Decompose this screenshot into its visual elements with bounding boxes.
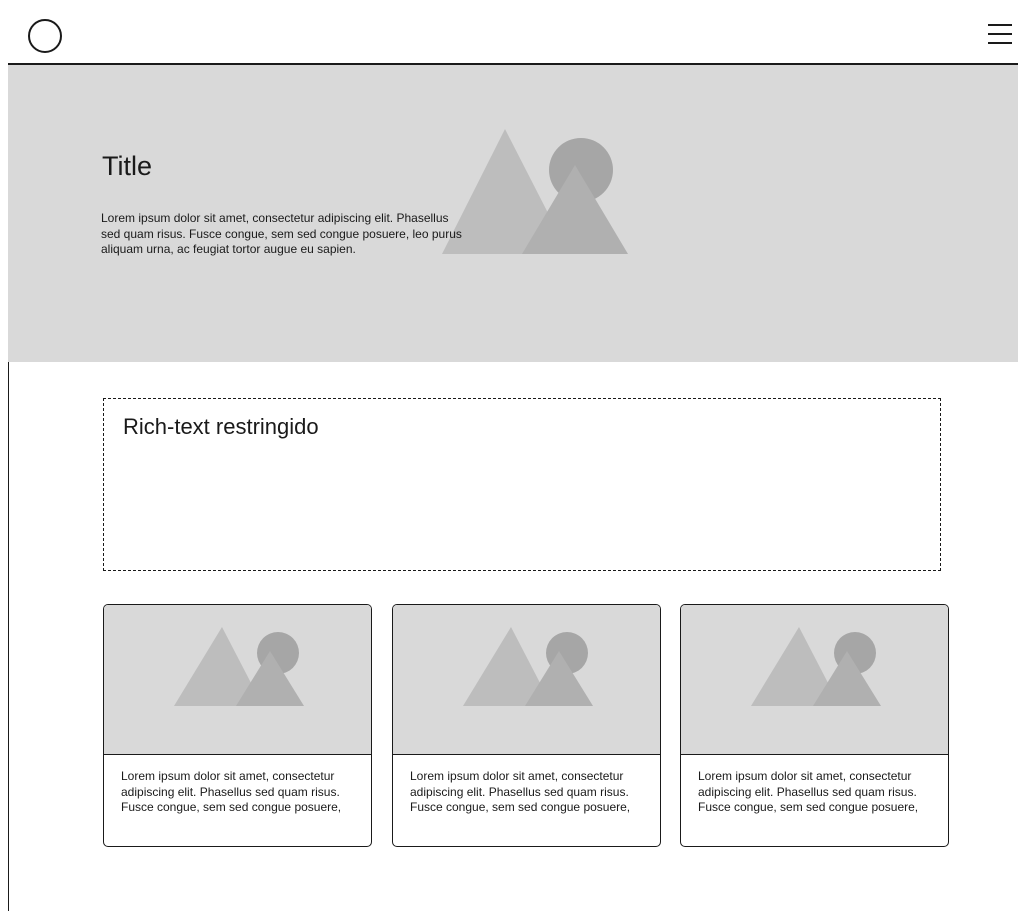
image-placeholder-icon: [174, 627, 304, 706]
image-placeholder-icon: [751, 627, 881, 706]
rich-text-title: Rich-text restringido: [123, 414, 319, 439]
logo-circle-icon[interactable]: [28, 19, 62, 53]
hamburger-menu-icon[interactable]: [988, 24, 1012, 45]
card-1[interactable]: Lorem ipsum dolor sit amet, consectetur …: [103, 604, 372, 847]
card-image-area: [104, 605, 371, 755]
hero-title: Title: [102, 151, 153, 181]
image-placeholder-icon: [463, 627, 593, 706]
hero-banner: Title Lorem ipsum dolor sit amet, consec…: [8, 65, 1018, 362]
hero-description: Lorem ipsum dolor sit amet, consectetur …: [101, 211, 462, 256]
card-description: Lorem ipsum dolor sit amet, consectetur …: [121, 769, 342, 814]
site-header: [8, 8, 1018, 65]
card-2[interactable]: Lorem ipsum dolor sit amet, consectetur …: [392, 604, 661, 847]
card-image-area: [393, 605, 660, 755]
card-description: Lorem ipsum dolor sit amet, consectetur …: [410, 769, 631, 814]
card-3[interactable]: Lorem ipsum dolor sit amet, consectetur …: [680, 604, 949, 847]
rich-text-block[interactable]: Rich-text restringido: [103, 398, 941, 571]
hero-image-placeholder-icon: [442, 129, 628, 254]
card-image-area: [681, 605, 948, 755]
card-description: Lorem ipsum dolor sit amet, consectetur …: [698, 769, 919, 814]
